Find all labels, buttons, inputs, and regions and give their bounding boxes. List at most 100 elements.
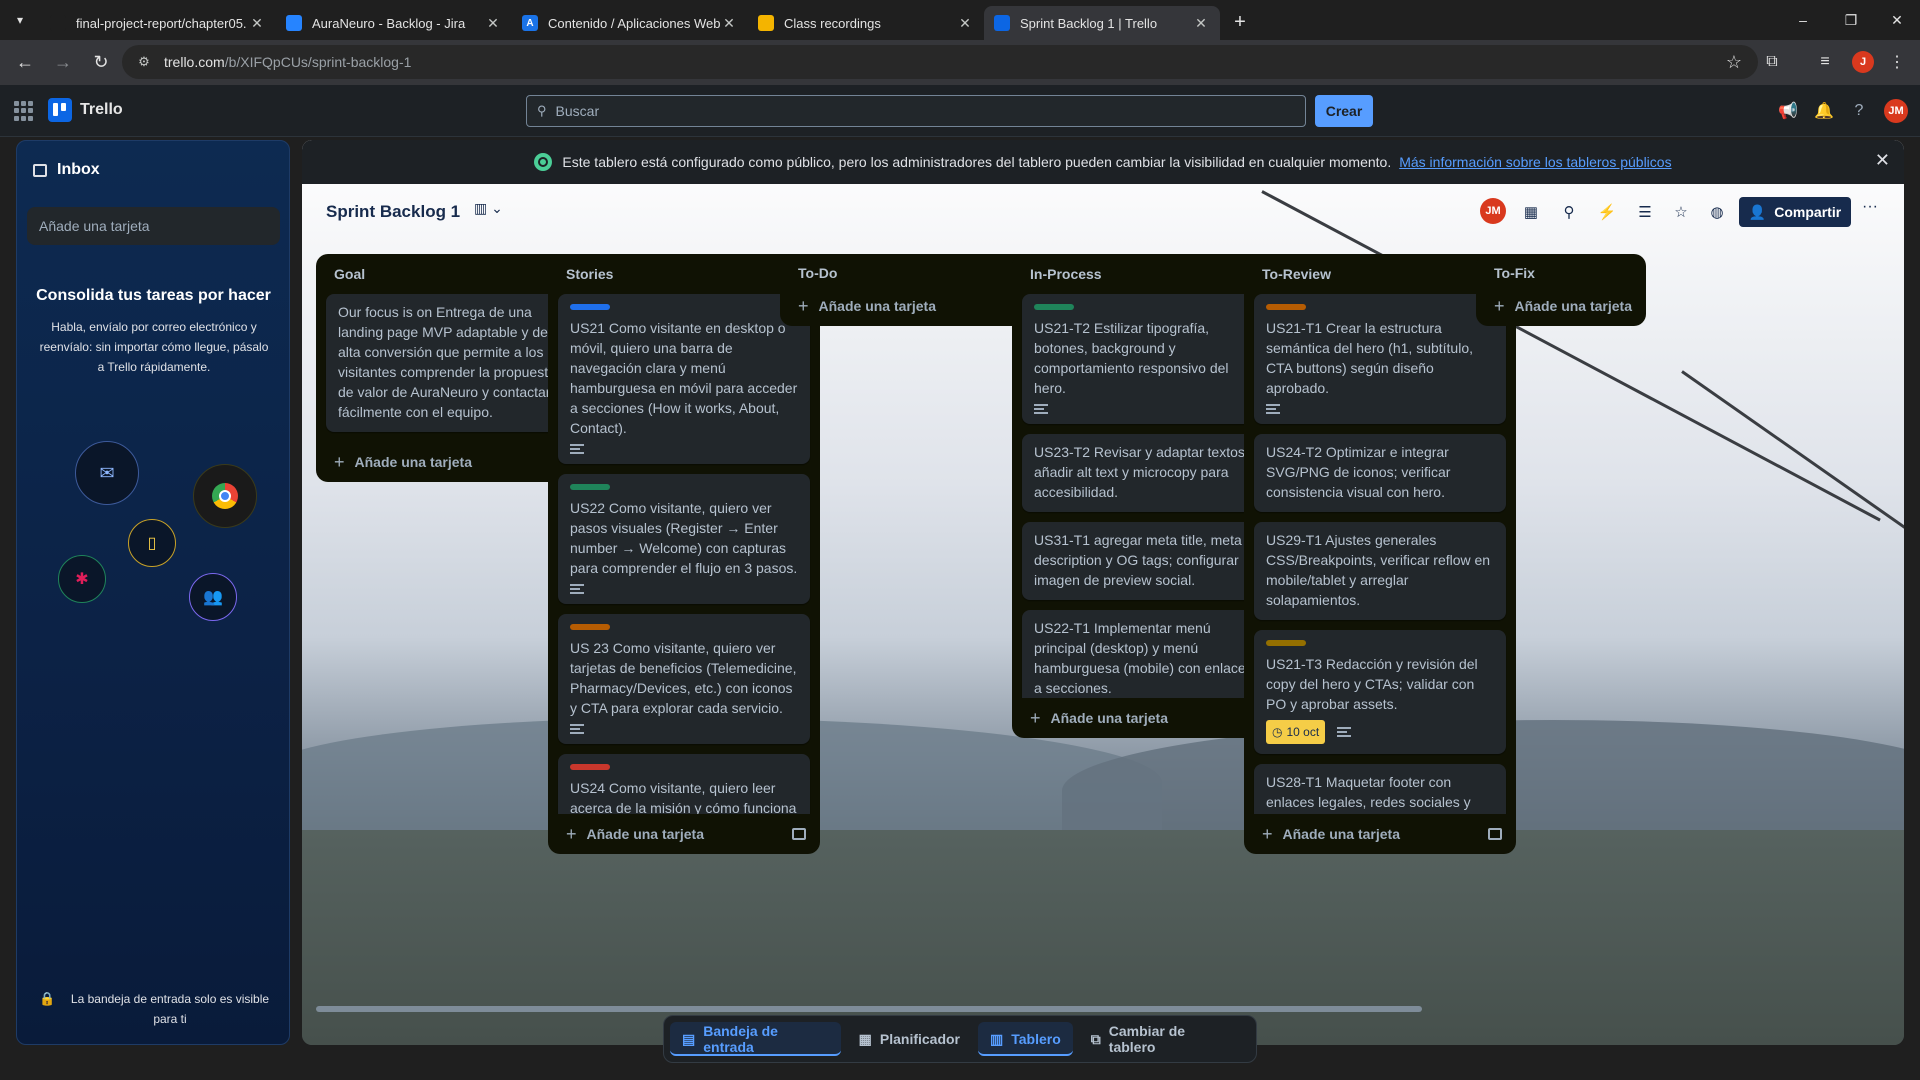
card-title: US21 Como visitante en desktop o móvil, …: [570, 320, 798, 436]
calendar-icon[interactable]: ▦: [1518, 200, 1544, 224]
due-date-badge[interactable]: ◷ 10 oct: [1266, 720, 1326, 744]
board-title[interactable]: Sprint Backlog 1: [326, 202, 460, 222]
inbox-tray-icon: [33, 163, 47, 177]
card[interactable]: US21-T3 Redacción y revisión del copy de…: [1254, 630, 1506, 754]
add-card-label: Añade una tarjeta: [1050, 710, 1168, 726]
browser-tab[interactable]: Class recordings ✕: [748, 6, 984, 40]
browser-tab[interactable]: A Contenido / Aplicaciones Web ✕: [512, 6, 748, 40]
close-icon[interactable]: ✕: [1875, 150, 1890, 171]
browser-tab[interactable]: Sprint Backlog 1 | Trello ✕: [984, 6, 1220, 40]
switcher-planner[interactable]: ▦ Planificador: [847, 1022, 972, 1056]
account-avatar[interactable]: JM: [1884, 99, 1908, 123]
app-switcher-icon[interactable]: [14, 101, 34, 121]
card[interactable]: US23-T2 Revisar y adaptar textos, añadir…: [1022, 434, 1274, 512]
tab-search-menu-icon[interactable]: ▾: [6, 6, 34, 34]
card[interactable]: US22 Como visitante, quiero ver pasos vi…: [558, 474, 810, 604]
board-menu-icon[interactable]: ···: [1862, 198, 1878, 216]
tab-close-icon[interactable]: ✕: [484, 15, 502, 32]
switcher-change-board[interactable]: ⧉ Cambiar de tablero: [1079, 1022, 1244, 1056]
tab-close-icon[interactable]: ✕: [956, 15, 974, 32]
plus-icon: +: [1030, 707, 1041, 728]
forward-icon[interactable]: →: [46, 46, 80, 80]
add-card-button[interactable]: + Añade una tarjeta: [548, 814, 820, 854]
add-card-button[interactable]: + Añade una tarjeta: [1476, 286, 1646, 326]
list-title: To-Fix: [1494, 265, 1535, 281]
help-icon[interactable]: ?: [1847, 99, 1871, 123]
card-title: US31-T1 agregar meta title, meta descrip…: [1034, 532, 1242, 588]
close-window-icon[interactable]: ✕: [1874, 0, 1920, 40]
card[interactable]: Our focus is on Entrega de una landing p…: [326, 294, 578, 432]
search-box[interactable]: ⚲: [526, 95, 1306, 127]
share-button[interactable]: 👤 Compartir: [1739, 197, 1851, 227]
star-icon[interactable]: ☆: [1668, 200, 1694, 224]
card[interactable]: US21-T2 Estilizar tipografía, botones, b…: [1022, 294, 1274, 424]
switcher-board[interactable]: ▥ Tablero: [978, 1022, 1073, 1056]
restore-icon[interactable]: ❐: [1828, 0, 1874, 40]
notice-link[interactable]: Más información sobre los tableros públi…: [1399, 154, 1671, 170]
rocket-icon[interactable]: ⚲: [1556, 200, 1582, 224]
bookmark-star-icon[interactable]: ☆: [1726, 52, 1742, 73]
board-member-avatar[interactable]: JM: [1480, 198, 1506, 224]
card[interactable]: US22-T1 Implementar menú principal (desk…: [1022, 610, 1274, 698]
list-to-fix: To-Fix + Añade una tarjeta: [1476, 254, 1646, 326]
new-tab-button[interactable]: +: [1226, 8, 1254, 36]
switcher-inbox[interactable]: ▤ Bandeja de entrada: [670, 1022, 841, 1056]
profile-button[interactable]: J: [1846, 45, 1880, 79]
visibility-globe-icon[interactable]: ◍: [1704, 200, 1730, 224]
horizontal-scrollbar[interactable]: [308, 1006, 1898, 1012]
card-label[interactable]: [570, 764, 610, 770]
description-icon: [1034, 404, 1048, 414]
site-info-icon[interactable]: ⚙: [134, 52, 154, 72]
list-title: In-Process: [1030, 266, 1102, 282]
media-icon[interactable]: ≡: [1808, 45, 1842, 79]
card-title: US22 Como visitante, quiero ver pasos vi…: [570, 500, 798, 576]
tab-close-icon[interactable]: ✕: [720, 15, 738, 32]
bell-icon[interactable]: 🔔: [1812, 99, 1836, 123]
background-cable: [1681, 370, 1904, 545]
trello-logo[interactable]: Trello: [48, 98, 123, 122]
card[interactable]: US21 Como visitante en desktop o móvil, …: [558, 294, 810, 464]
card-template-icon[interactable]: [1488, 828, 1502, 840]
card-label[interactable]: [1266, 640, 1306, 646]
address-bar[interactable]: ⚙ trello.com/b/XIFQpCUs/sprint-backlog-1…: [122, 45, 1758, 79]
card[interactable]: US21-T1 Crear la estructura semántica de…: [1254, 294, 1506, 424]
search-input[interactable]: [555, 103, 1256, 119]
minimize-icon[interactable]: –: [1780, 0, 1826, 40]
card-label[interactable]: [1034, 304, 1074, 310]
card[interactable]: US24-T2 Optimizar e integrar SVG/PNG de …: [1254, 434, 1506, 512]
card-label[interactable]: [570, 624, 610, 630]
url-text[interactable]: trello.com/b/XIFQpCUs/sprint-backlog-1: [164, 54, 411, 70]
card[interactable]: US 23 Como visitante, quiero ver tarjeta…: [558, 614, 810, 744]
inbox-title: Inbox: [57, 161, 100, 178]
slack-icon: ✱: [58, 555, 106, 603]
tab-close-icon[interactable]: ✕: [248, 15, 266, 32]
card[interactable]: US31-T1 agregar meta title, meta descrip…: [1022, 522, 1274, 600]
browser-tab[interactable]: AuraNeuro - Backlog - Jira ✕: [276, 6, 512, 40]
add-card-label: Añade una tarjeta: [1514, 298, 1632, 314]
card-label[interactable]: [570, 304, 610, 310]
card-title: US24 Como visitante, quiero leer acerca …: [570, 780, 797, 814]
browser-menu-icon[interactable]: ⋮: [1880, 45, 1914, 79]
card[interactable]: US28-T1 Maquetar footer con enlaces lega…: [1254, 764, 1506, 814]
card-template-icon[interactable]: [792, 828, 806, 840]
card-label[interactable]: [1266, 304, 1306, 310]
card[interactable]: US29-T1 Ajustes generales CSS/Breakpoint…: [1254, 522, 1506, 620]
add-card-button[interactable]: + Añade una tarjeta: [1244, 814, 1516, 854]
tab-close-icon[interactable]: ✕: [1192, 15, 1210, 32]
card[interactable]: US24 Como visitante, quiero leer acerca …: [558, 754, 810, 814]
back-icon[interactable]: ←: [8, 46, 42, 80]
teams-icon: 👥: [189, 573, 237, 621]
inbox-add-card-input[interactable]: Añade una tarjeta: [27, 207, 280, 245]
extensions-icon[interactable]: ⧉: [1755, 45, 1789, 79]
card-label[interactable]: [570, 484, 610, 490]
filter-icon[interactable]: ☰: [1632, 200, 1658, 224]
lightning-icon[interactable]: ⚡: [1594, 200, 1620, 224]
create-button[interactable]: Crear: [1315, 95, 1373, 127]
list-title: To-Do: [798, 265, 838, 281]
board-view-switch[interactable]: ▥ ⌄: [474, 200, 503, 217]
reload-icon[interactable]: ↻: [84, 46, 118, 80]
browser-tab[interactable]: final-project-report/chapter05. ✕: [40, 6, 276, 40]
scrollbar-thumb[interactable]: [316, 1006, 1422, 1012]
trello-logo-icon: [48, 98, 72, 122]
megaphone-icon[interactable]: 📢: [1776, 99, 1800, 123]
